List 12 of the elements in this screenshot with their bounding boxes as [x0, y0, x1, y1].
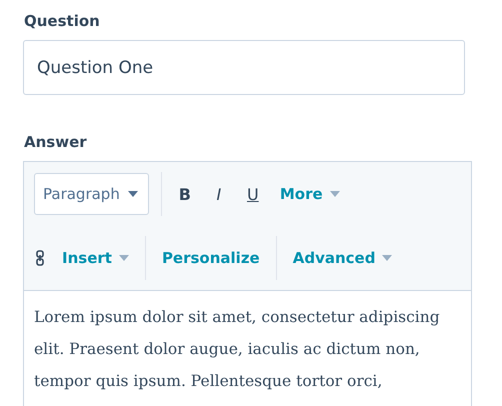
field-label: Question	[24, 12, 101, 30]
field-label: Answer	[24, 133, 88, 151]
bold-button[interactable]: B	[174, 184, 196, 204]
italic-button[interactable]: I	[208, 184, 230, 204]
link-icon[interactable]	[36, 250, 44, 266]
underline-button[interactable]: U	[242, 184, 264, 204]
caret-icon	[382, 255, 392, 261]
caret-icon	[118, 255, 129, 261]
caret-icon	[330, 191, 340, 197]
input-field[interactable]: Question One	[23, 40, 465, 95]
paragraph-dropdown[interactable]: Paragraph	[34, 173, 149, 215]
caret-icon	[128, 191, 138, 197]
